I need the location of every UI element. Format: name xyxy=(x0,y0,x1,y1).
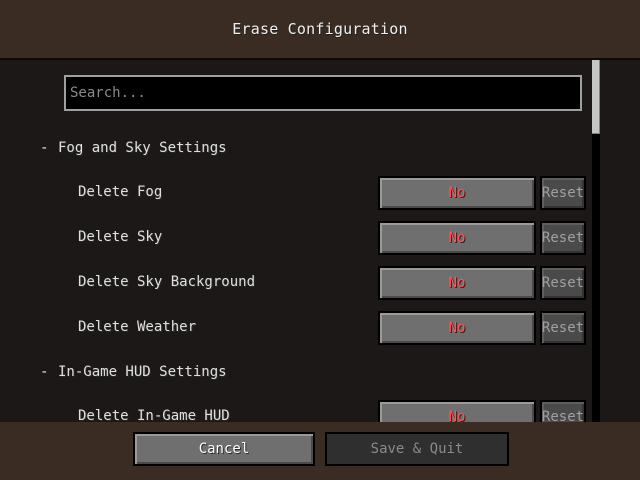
delete-fog-toggle-button[interactable]: No xyxy=(378,176,536,210)
collapse-toggle-icon[interactable]: - xyxy=(40,364,58,380)
section-title: In-Game HUD Settings xyxy=(58,364,227,380)
delete-weather-reset-button[interactable]: Reset xyxy=(540,311,586,345)
section-header-in-game-hud[interactable]: - In-Game HUD Settings xyxy=(40,362,227,382)
delete-in-game-hud-toggle-button[interactable]: No xyxy=(378,400,536,422)
option-label-delete-sky: Delete Sky xyxy=(78,229,163,245)
delete-sky-reset-button[interactable]: Reset xyxy=(540,221,586,255)
collapse-toggle-icon[interactable]: - xyxy=(40,140,58,156)
search-box[interactable] xyxy=(64,75,582,111)
scrollbar-thumb[interactable] xyxy=(592,60,600,134)
delete-weather-toggle-button[interactable]: No xyxy=(378,311,536,345)
option-label-delete-fog: Delete Fog xyxy=(78,184,163,200)
search-input[interactable] xyxy=(70,77,580,109)
option-label-delete-weather: Delete Weather xyxy=(78,319,197,335)
page-title: Erase Configuration xyxy=(232,20,408,38)
delete-in-game-hud-reset-button[interactable]: Reset xyxy=(540,400,586,422)
save-and-quit-button[interactable]: Save & Quit xyxy=(325,432,509,466)
section-header-fog-and-sky[interactable]: - Fog and Sky Settings xyxy=(40,138,227,158)
delete-sky-toggle-button[interactable]: No xyxy=(378,221,536,255)
title-bar: Erase Configuration xyxy=(0,0,640,58)
option-label-delete-sky-background: Delete Sky Background xyxy=(78,274,256,290)
erase-configuration-screen: Erase Configuration - Fog and Sky Settin… xyxy=(0,0,640,480)
delete-sky-background-toggle-button[interactable]: No xyxy=(378,266,536,300)
delete-fog-reset-button[interactable]: Reset xyxy=(540,176,586,210)
cancel-button[interactable]: Cancel xyxy=(133,432,315,466)
delete-sky-background-reset-button[interactable]: Reset xyxy=(540,266,586,300)
footer-bar xyxy=(0,422,640,480)
section-title: Fog and Sky Settings xyxy=(58,140,227,156)
config-list-panel[interactable]: - Fog and Sky Settings Delete Fog No Res… xyxy=(0,58,640,424)
